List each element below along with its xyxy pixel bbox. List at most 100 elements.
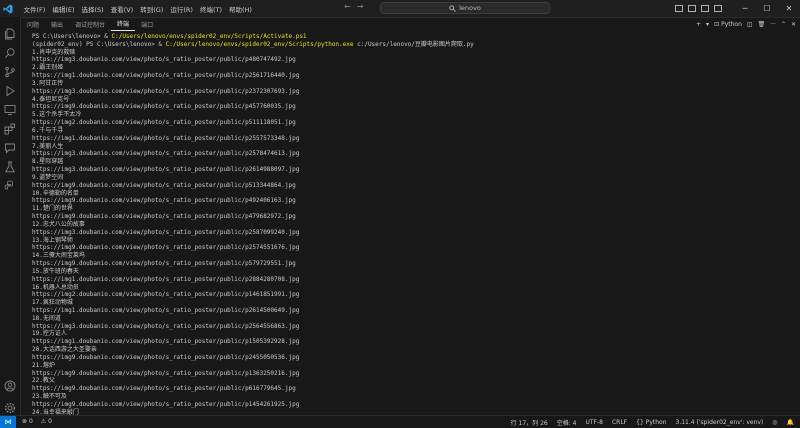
warning-count: 0 xyxy=(48,418,52,425)
terminal-line: 1.肖申克的救赎 xyxy=(32,48,76,56)
search-text: lenovo xyxy=(459,4,481,12)
warning-icon: ⚠ xyxy=(40,418,47,425)
command-argument: c:/Users/lenovo/豆瓣电影图片爬取.py xyxy=(353,40,474,48)
back-arrow-icon[interactable]: ← xyxy=(344,2,351,11)
panel-tab-bar: 问题 输出 调试控制台 终端 端口 xyxy=(21,17,800,31)
extensions-icon[interactable] xyxy=(4,120,16,135)
kill-terminal-icon[interactable]: 🗑 xyxy=(758,21,766,28)
terminal-line: 17.疯狂动物城 xyxy=(32,299,73,307)
terminal-line: 22.教父 xyxy=(32,377,55,385)
tab-ports[interactable]: 端口 xyxy=(135,17,159,31)
copilot-chat-icon[interactable] xyxy=(4,139,16,154)
terminal-line: https://img3.doubanio.com/view/photo/s_r… xyxy=(32,166,300,174)
terminal-line: PS C:\Users\lenovo> & C:/Users/lenovo/en… xyxy=(32,33,792,41)
terminal-line: 16.机器人总动员 xyxy=(32,283,79,291)
terminal-dropdown-icon[interactable]: ▾ xyxy=(706,21,709,28)
python-interpreter[interactable]: 3.11.4 ('spider02_env': venv) xyxy=(676,419,764,426)
status-bar: ⋈ ⊗ 0 ⚠ 0 行 17，列 26 空格: 4 UTF-8 CRLF {} … xyxy=(0,415,800,428)
terminal-line: https://img1.doubanio.com/view/photo/s_r… xyxy=(32,306,300,314)
copilot-icon[interactable]: ◎ xyxy=(772,419,777,426)
remote-explorer-icon[interactable] xyxy=(4,101,16,115)
terminal-line: 5.这个杀手不太冷 xyxy=(32,111,82,119)
terminal-line: 10.辛德勒的名单 xyxy=(32,189,79,197)
terminal-line: 14.三傻大闹宝莱坞 xyxy=(32,252,85,260)
encoding[interactable]: UTF-8 xyxy=(585,419,603,426)
terminal-line: https://img1.doubanio.com/view/photo/s_r… xyxy=(32,275,300,283)
new-terminal-icon[interactable]: + xyxy=(696,21,701,28)
terminal-line: https://img3.doubanio.com/view/photo/s_r… xyxy=(32,322,300,330)
terminal-line: https://img9.doubanio.com/view/photo/s_r… xyxy=(32,181,296,189)
menu-item[interactable]: 运行(R) xyxy=(167,4,197,14)
terminal-line: https://img3.doubanio.com/view/photo/s_r… xyxy=(32,56,296,64)
settings-gear-icon[interactable] xyxy=(4,399,16,414)
close-panel-icon[interactable]: ✕ xyxy=(791,21,796,28)
error-count: 0 xyxy=(28,418,33,425)
terminal-line: https://img3.doubanio.com/view/photo/s_r… xyxy=(32,150,300,158)
tab-output[interactable]: 输出 xyxy=(45,17,69,31)
search-view-icon[interactable] xyxy=(4,44,16,59)
split-terminal-icon[interactable]: ◫ xyxy=(747,21,753,28)
remote-indicator-icon[interactable]: ⋈ xyxy=(0,415,16,428)
python-icon[interactable] xyxy=(4,177,16,190)
terminal-instance-selector[interactable]: ⊡ Python xyxy=(714,21,742,28)
forward-arrow-icon[interactable]: → xyxy=(357,2,364,11)
menu-item[interactable]: 帮助(H) xyxy=(225,4,255,14)
menu-item[interactable]: 查看(V) xyxy=(107,4,137,14)
terminal-line: https://img9.doubanio.com/view/photo/s_r… xyxy=(32,369,300,377)
menu-item[interactable]: 文件(F) xyxy=(20,4,49,14)
indentation[interactable]: 空格: 4 xyxy=(557,418,577,427)
prompt-text: (spider02_env) PS C:\Users\lenovo> & xyxy=(32,40,166,48)
terminal-line: https://img9.doubanio.com/view/photo/s_r… xyxy=(32,260,296,268)
maximize-button[interactable]: ☐ xyxy=(756,4,778,13)
terminal-line: https://img9.doubanio.com/view/photo/s_r… xyxy=(32,197,296,205)
error-icon: ⊗ xyxy=(22,418,28,425)
terminal-line: https://img1.doubanio.com/view/photo/s_r… xyxy=(32,72,300,80)
tab-problems[interactable]: 问题 xyxy=(21,17,45,31)
source-control-icon[interactable] xyxy=(4,63,16,78)
terminal-line: 13.海上钢琴师 xyxy=(32,236,73,244)
terminal-line: (spider02_env) PS C:\Users\lenovo> & C:/… xyxy=(32,41,792,49)
menu-item[interactable]: 编辑(E) xyxy=(49,4,78,14)
terminal-line: 15.放牛班的春天 xyxy=(32,267,79,275)
terminal-line: https://img9.doubanio.com/view/photo/s_r… xyxy=(32,103,296,111)
menu-item[interactable]: 终端(T) xyxy=(196,4,225,14)
tab-debug-console[interactable]: 调试控制台 xyxy=(69,17,111,31)
language-label: Python xyxy=(645,418,667,426)
explorer-icon[interactable] xyxy=(4,25,16,40)
menu-item[interactable]: 选择(S) xyxy=(78,4,107,14)
tab-terminal[interactable]: 终端 xyxy=(111,17,136,31)
language-mode[interactable]: {} Python xyxy=(636,419,666,426)
terminal-line: https://img9.doubanio.com/view/photo/s_r… xyxy=(32,400,300,408)
testing-icon[interactable] xyxy=(4,158,16,173)
run-and-debug-icon[interactable] xyxy=(4,82,16,97)
notifications-bell-icon[interactable]: 🔔 xyxy=(787,419,794,426)
terminal-line: https://img2.doubanio.com/view/photo/s_r… xyxy=(32,291,300,299)
terminal-line: 18.无间道 xyxy=(32,314,61,322)
minimize-button[interactable]: ─ xyxy=(734,4,756,13)
terminal-line: 8.星际穿越 xyxy=(32,158,64,166)
account-icon[interactable] xyxy=(4,377,16,392)
terminal-line: 6.千与千寻 xyxy=(32,126,64,134)
terminal-icon: ⊡ xyxy=(714,20,720,28)
cursor-position[interactable]: 行 17，列 26 xyxy=(511,418,548,427)
terminal-line: 9.盗梦空间 xyxy=(32,173,64,181)
menu-item[interactable]: 转到(G) xyxy=(137,4,167,14)
terminal-output[interactable]: PS C:\Users\lenovo> & C:/Users/lenovo/en… xyxy=(32,33,792,415)
menu-bar: 文件(F) 编辑(E) 选择(S) 查看(V) 转到(G) 运行(R) 终端(T) 帮助(H) xyxy=(20,4,255,14)
toggle-primary-sidebar-icon[interactable] xyxy=(675,5,683,12)
toggle-panel-icon[interactable] xyxy=(688,5,696,12)
terminal-line: 12.忠犬八公的故事 xyxy=(32,220,85,228)
more-actions-icon[interactable]: ··· xyxy=(770,21,776,28)
maximize-panel-icon[interactable]: ⌃ xyxy=(781,21,786,28)
terminal-line: 19.控方证人 xyxy=(32,330,67,338)
customize-layout-icon[interactable] xyxy=(714,5,722,12)
title-bar: 文件(F) 编辑(E) 选择(S) 查看(V) 转到(G) 运行(R) 终端(T) 帮助(H)… xyxy=(0,0,800,18)
end-of-line[interactable]: CRLF xyxy=(612,419,627,426)
warnings-indicator[interactable]: ⚠ 0 xyxy=(41,418,52,425)
terminal-line: https://img9.doubanio.com/view/photo/s_r… xyxy=(32,244,300,252)
terminal-line: 20.大话西游之大圣娶亲 xyxy=(32,346,97,354)
close-button[interactable]: ✕ xyxy=(778,4,800,13)
toggle-secondary-sidebar-icon[interactable] xyxy=(701,5,709,12)
command-center-search[interactable]: lenovo xyxy=(380,2,550,14)
errors-indicator[interactable]: ⊗ 0 xyxy=(22,418,33,425)
